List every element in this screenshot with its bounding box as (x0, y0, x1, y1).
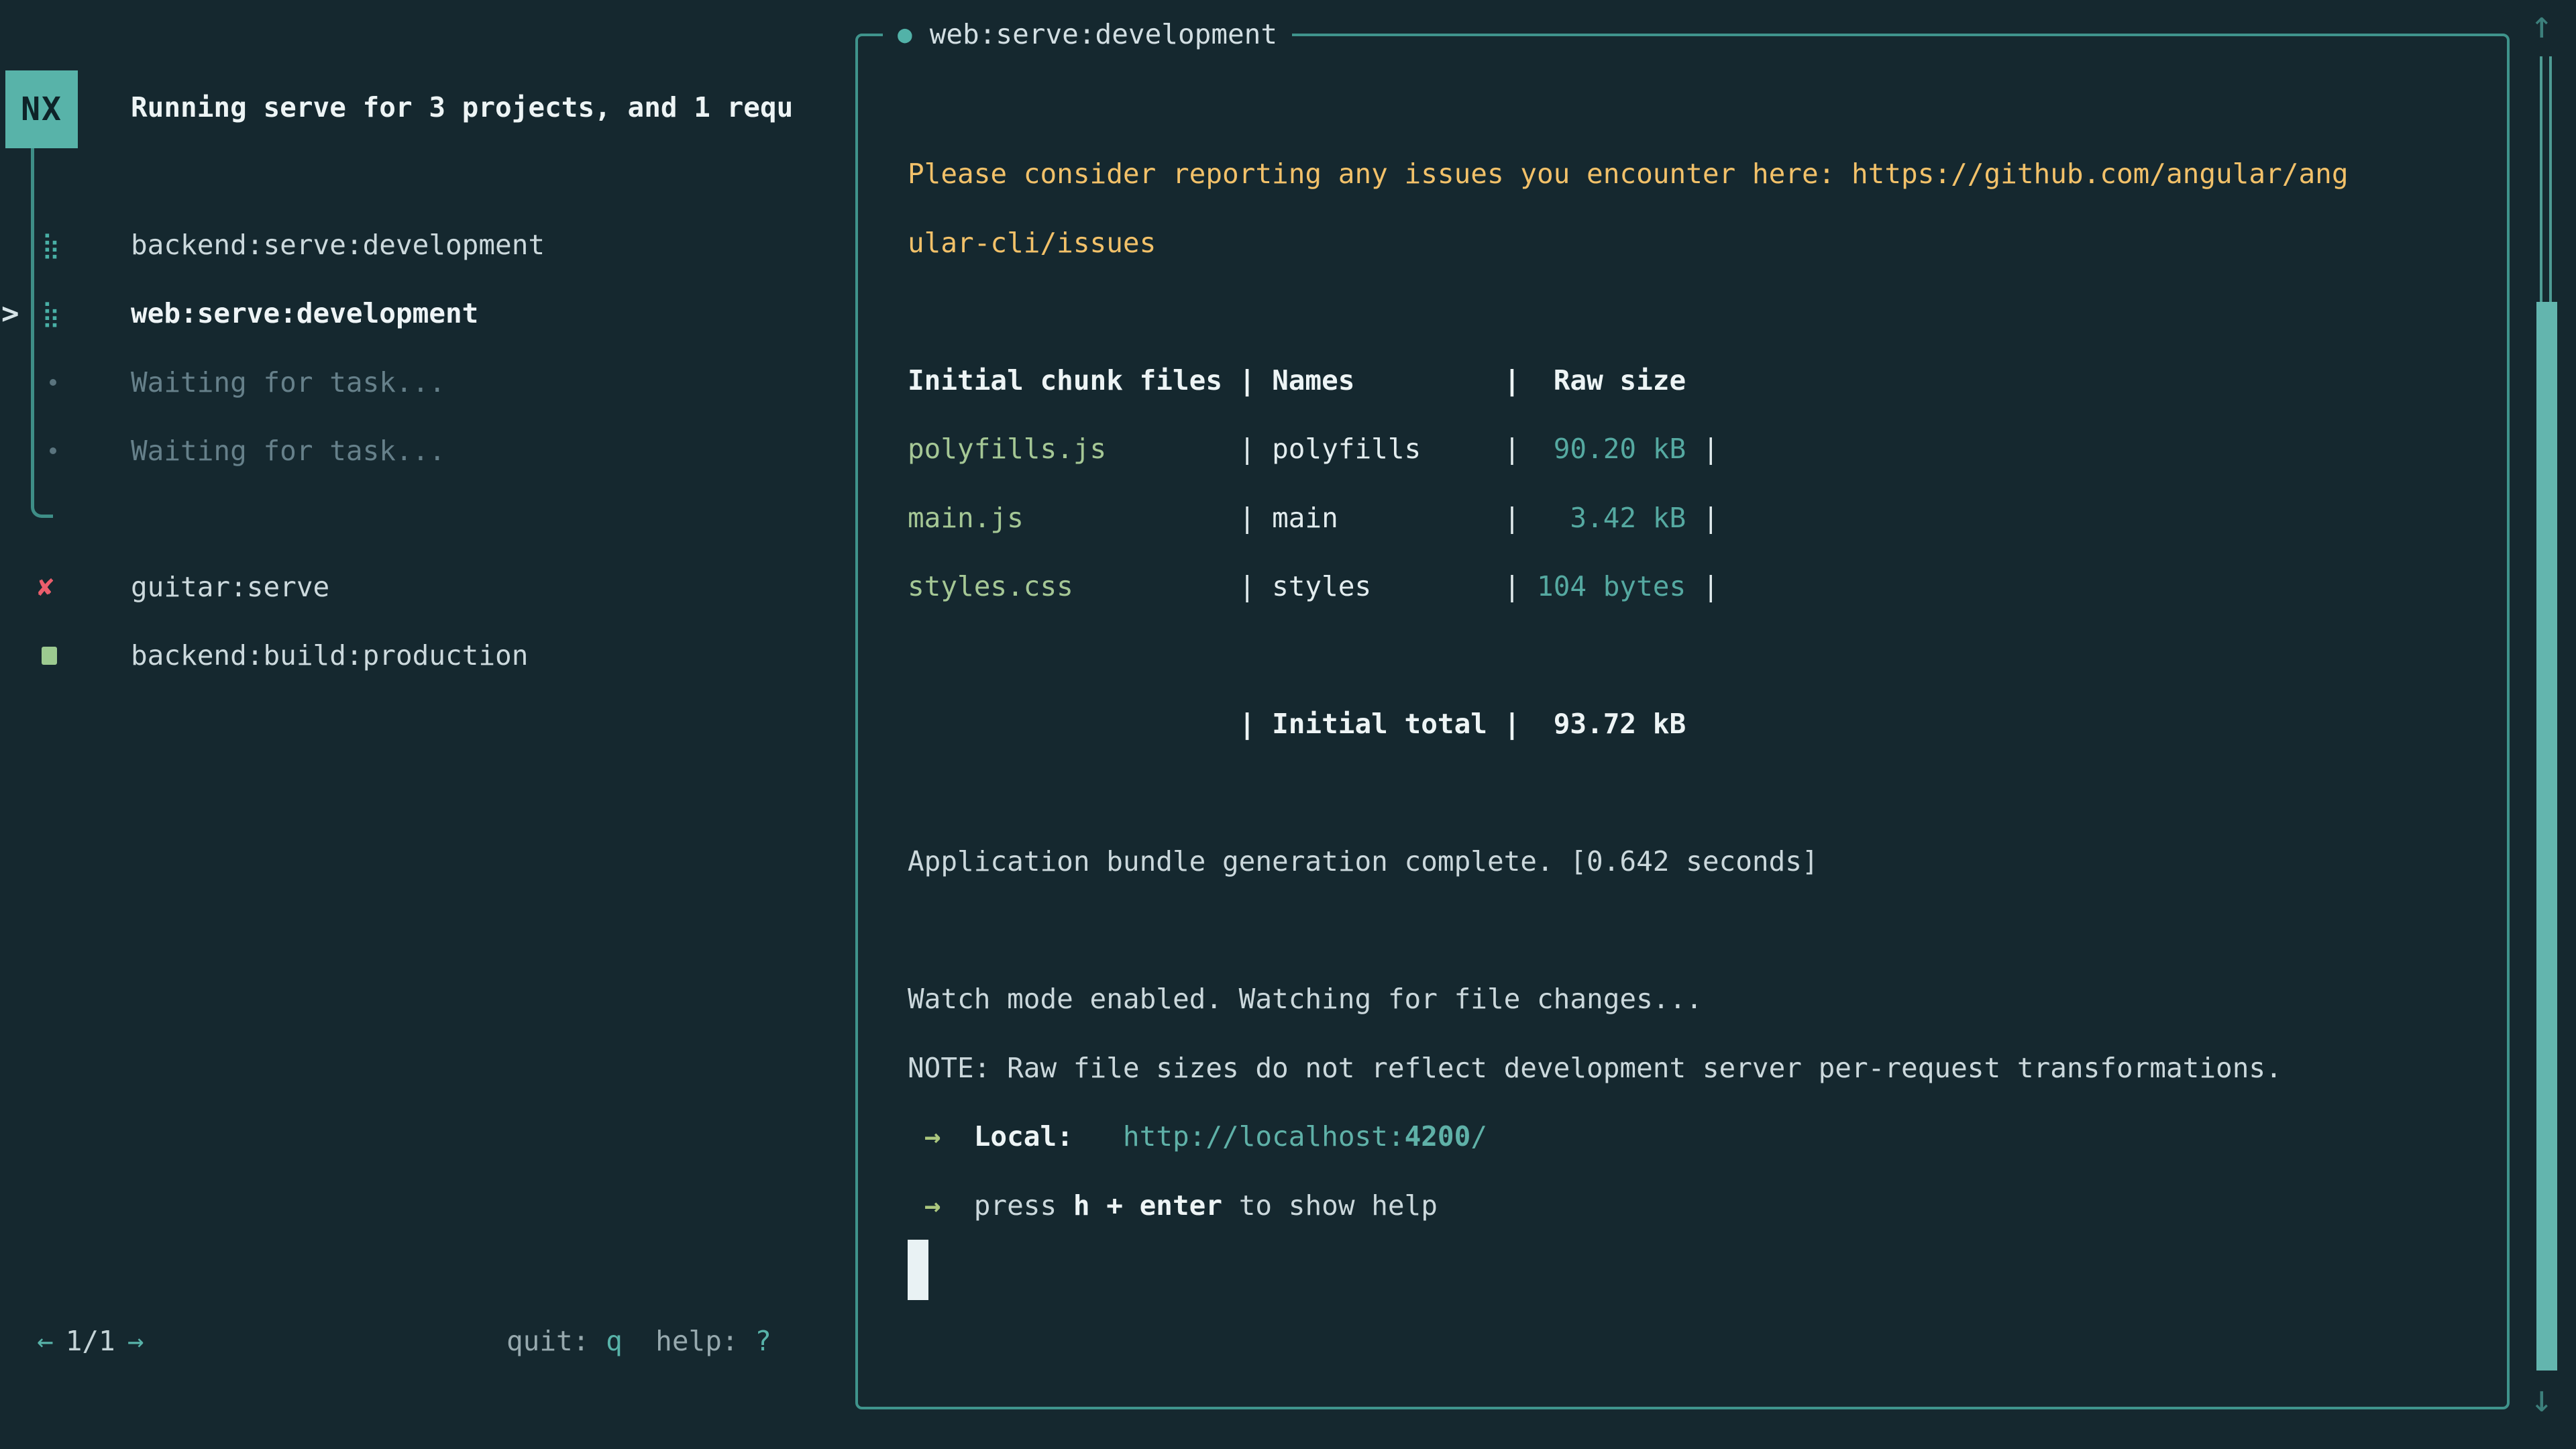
watch-mode-line: Watch mode enabled. Watching for file ch… (908, 965, 2349, 1034)
waiting-dot-icon (50, 379, 56, 386)
terminal-output: Please consider reporting any issues you… (908, 140, 2349, 1240)
task-label: Waiting for task... (131, 435, 445, 467)
notice-line-2: ular-cli/issues (908, 209, 2349, 278)
prompt-arrow-icon: → (908, 1120, 974, 1152)
task-row-web-serve[interactable]: > ⣷ web:serve:development (0, 279, 478, 347)
pager-prev-arrow[interactable]: ← (37, 1325, 54, 1357)
pager-position: 1/1 (54, 1325, 127, 1357)
nx-logo-text: NX (21, 91, 62, 128)
keyboard-hints: quit: q help: ? (506, 1307, 771, 1375)
quit-hint-label: quit: (506, 1325, 606, 1357)
waiting-dot-icon (50, 447, 56, 454)
pager: ← 1/1 → (37, 1307, 144, 1375)
help-keys: h + enter (1073, 1189, 1222, 1222)
nx-logo: NX (5, 70, 78, 148)
task-label: backend:build:production (131, 639, 528, 672)
spinner-icon: ⣷ (42, 230, 60, 260)
task-label-selected: web:serve:development (131, 297, 478, 329)
help-key: ? (755, 1325, 771, 1357)
run-summary-title: Running serve for 3 projects, and 1 requ (131, 74, 793, 141)
quit-key: q (606, 1325, 623, 1357)
notice-line-1: Please consider reporting any issues you… (908, 140, 2349, 209)
blank-line (908, 277, 2349, 346)
failed-x-icon: ✘ (38, 572, 54, 602)
scrollbar-track[interactable] (2540, 56, 2542, 302)
localhost-url[interactable]: http://localhost:4200/ (1123, 1120, 1487, 1152)
task-row-backend-build[interactable]: backend:build:production (0, 621, 528, 690)
selected-caret-icon: > (1, 297, 19, 331)
table-row-polyfills: polyfills.js | polyfills | 90.20 kB | (908, 415, 2349, 484)
local-label: Local: (974, 1120, 1073, 1152)
blank-line (908, 621, 2349, 690)
table-row-main: main.js | main | 3.42 kB | (908, 484, 2349, 553)
local-url-line: → Local: http://localhost:4200/ (908, 1102, 2349, 1171)
note-line: NOTE: Raw file sizes do not reflect deve… (908, 1034, 2349, 1103)
help-hint-line: → press h + enter to show help (908, 1171, 2349, 1240)
task-row-guitar-serve[interactable]: ✘ guitar:serve (0, 553, 329, 621)
task-label: guitar:serve (131, 571, 329, 603)
scroll-down-arrow-icon[interactable]: ↓ (2530, 1381, 2553, 1418)
spinner-icon: ⣷ (42, 299, 60, 328)
panel-title-text: web:serve:development (930, 18, 1277, 50)
scrollbar-track[interactable] (2549, 56, 2552, 302)
running-indicator-icon: ● (898, 21, 912, 48)
task-row-backend-serve[interactable]: ⣷ backend:serve:development (0, 211, 545, 279)
nx-tui-terminal: NX Running serve for 3 projects, and 1 r… (0, 0, 2576, 1449)
scroll-up-arrow-icon[interactable]: ↑ (2530, 7, 2553, 44)
terminal-cursor (908, 1240, 928, 1300)
table-total-row: | Initial total | 93.72 kB (908, 690, 2349, 759)
table-header-row: Initial chunk files | Names | Raw size (908, 346, 2349, 415)
run-summary-text: Running serve for 3 projects, and 1 requ (131, 91, 793, 123)
scrollbar-thumb[interactable] (2536, 302, 2557, 1371)
prompt-arrow-icon: → (908, 1189, 974, 1222)
bundle-complete-line: Application bundle generation complete. … (908, 827, 2349, 896)
panel-title-bar: ● web:serve:development (883, 8, 1292, 60)
pager-next-arrow[interactable]: → (127, 1325, 144, 1357)
task-label: backend:serve:development (131, 229, 545, 261)
blank-line (908, 896, 2349, 965)
task-row-waiting-1[interactable]: Waiting for task... (0, 348, 445, 417)
task-label: Waiting for task... (131, 366, 445, 398)
table-row-styles: styles.css | styles | 104 bytes | (908, 552, 2349, 621)
task-row-waiting-2[interactable]: Waiting for task... (0, 417, 445, 485)
blank-line (908, 759, 2349, 828)
success-square-icon (42, 647, 57, 665)
help-hint-label: help: (623, 1325, 755, 1357)
